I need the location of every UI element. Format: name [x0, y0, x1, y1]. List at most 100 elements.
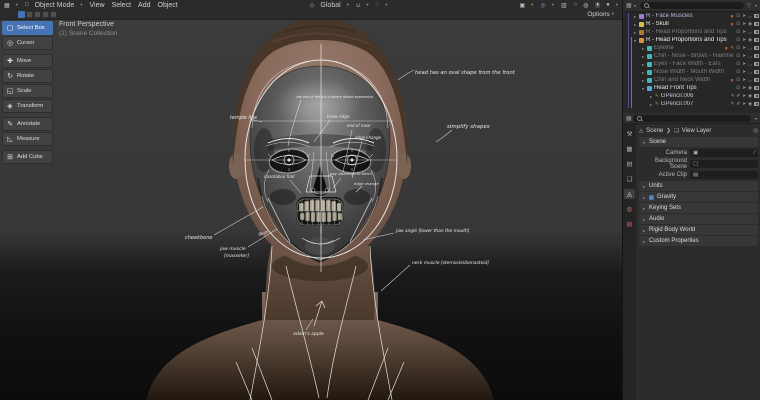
eyedropper-icon[interactable]: ∕: [754, 150, 755, 156]
render-camera-icon[interactable]: [754, 46, 759, 50]
expand-icon[interactable]: ▸: [641, 54, 645, 59]
panel-units[interactable]: ▸ Units: [639, 181, 758, 191]
selectability-icon[interactable]: ➤: [742, 101, 746, 107]
camera-select[interactable]: ▣ ∕: [690, 148, 758, 157]
expand-icon[interactable]: ▸: [633, 22, 637, 27]
panel-gravity[interactable]: ▸ ✓ Gravity: [639, 192, 758, 202]
hide-eye-icon[interactable]: ◡: [748, 77, 752, 83]
outliner-row-chin-nose-brows[interactable]: ▸ Chin - Nose - Brows - Hairline ☑ ➤ ◡: [623, 52, 760, 60]
render-camera-icon[interactable]: [754, 14, 759, 18]
outliner-row-gpencil-006[interactable]: ▸ ✎ GPencil.006 ✎ ✐ ➤ ◉: [623, 92, 760, 100]
menu-add[interactable]: Add: [138, 2, 150, 9]
collapse-icon[interactable]: ▾: [641, 86, 645, 91]
editor-type-button[interactable]: ▦ ▾: [4, 2, 18, 9]
expand-icon[interactable]: ▸: [641, 78, 645, 83]
tool-cursor[interactable]: ◎ Cursor: [2, 36, 53, 50]
selectability-icon[interactable]: ➤: [742, 77, 746, 83]
hide-eye-icon[interactable]: ◡: [748, 29, 752, 35]
select-variant[interactable]: [34, 10, 41, 18]
selectable-checkbox[interactable]: ☑: [736, 85, 740, 91]
selectable-checkbox[interactable]: ☑: [736, 69, 740, 75]
selectable-checkbox[interactable]: ☑: [736, 45, 740, 51]
viewport-3d[interactable]: head has an oval shape from the front si…: [0, 0, 622, 400]
expand-icon[interactable]: ▸: [641, 62, 645, 67]
panel-custom-properties[interactable]: ▸ Custom Properties: [639, 236, 758, 246]
hide-eye-icon[interactable]: ◡: [748, 45, 752, 51]
menu-view[interactable]: View: [90, 2, 105, 9]
hide-eye-icon[interactable]: ◉: [748, 37, 752, 43]
active-clip-select[interactable]: ▤: [690, 170, 758, 179]
tool-add-cube[interactable]: ⊞ Add Cube: [2, 150, 53, 164]
display-mode-icon[interactable]: ▦: [626, 2, 632, 9]
outliner-search-input[interactable]: [640, 2, 744, 9]
selectable-checkbox[interactable]: ☑: [736, 37, 740, 43]
tab-world[interactable]: ◍: [624, 204, 635, 214]
select-variant[interactable]: [42, 10, 49, 18]
outliner-row-eyeline[interactable]: ▸ Eyeline ▼ ✎ ☑ ➤ ◡: [623, 44, 760, 52]
tab-render[interactable]: ▦: [624, 144, 635, 154]
menu-select[interactable]: Select: [112, 2, 131, 9]
selectability-icon[interactable]: ➤: [742, 21, 746, 27]
menu-object[interactable]: Object: [158, 2, 178, 9]
tool-select-box[interactable]: ▢ Select Box: [2, 21, 53, 35]
tab-texture[interactable]: ▩: [624, 219, 635, 229]
selectable-checkbox[interactable]: ☑: [736, 13, 740, 19]
outliner-row-head-front-tips[interactable]: ▾ Head Front Tips ☑ ➤ ◉: [623, 84, 760, 92]
mode-dropdown[interactable]: □ Object Mode ▾: [25, 2, 83, 9]
tool-measure[interactable]: ◺ Measure: [2, 132, 53, 146]
selectable-checkbox[interactable]: ☑: [736, 61, 740, 67]
selectability-icon[interactable]: ➤: [742, 37, 746, 43]
hide-eye-icon[interactable]: ◉: [748, 21, 752, 27]
outliner-row-chin-neck-width[interactable]: ▸ Chin and Neck Width ▼ ☑ ➤ ◡: [623, 76, 760, 84]
expand-icon[interactable]: ▸: [649, 102, 653, 107]
tab-output[interactable]: ▤: [624, 159, 635, 169]
outliner-row-head-proportions[interactable]: ▾ R - Head Proportions and Tips ☑ ➤ ◉: [623, 36, 760, 44]
panel-keying-sets[interactable]: ▸ Keying Sets: [639, 203, 758, 213]
hide-eye-icon[interactable]: ◉: [748, 101, 752, 107]
tool-annotate[interactable]: ✎ Annotate: [2, 117, 53, 131]
tool-rotate[interactable]: ↻ Rotate: [2, 69, 53, 83]
panel-rigid-body-world[interactable]: ▸ Rigid Body World: [639, 225, 758, 235]
select-tool-variants[interactable]: [18, 10, 57, 18]
render-camera-icon[interactable]: [754, 30, 759, 34]
orientation-dropdown[interactable]: ◇ Global ▾: [310, 2, 349, 9]
xray-toggle[interactable]: ▥: [561, 2, 567, 9]
selectable-checkbox[interactable]: ☑: [736, 21, 740, 27]
selectability-icon[interactable]: ➤: [742, 93, 746, 99]
outliner-row-nose-mouth-width[interactable]: ▸ Nose Width - Mouth Width ☑ ➤ ◡: [623, 68, 760, 76]
expand-icon[interactable]: ▸: [641, 70, 645, 75]
overlays-toggle[interactable]: ◎ ▾: [540, 2, 554, 9]
shading-mode-switch[interactable]: ○ ◍ ◑ ● ▾: [574, 2, 618, 9]
expand-icon[interactable]: ▸: [641, 46, 645, 51]
tool-transform[interactable]: ◈ Transform: [2, 99, 53, 113]
selectable-checkbox[interactable]: ☑: [736, 53, 740, 59]
hide-eye-icon[interactable]: ◡: [748, 69, 752, 75]
properties-search-input[interactable]: [633, 114, 751, 122]
tab-scene[interactable]: ◬: [624, 189, 635, 199]
expand-icon[interactable]: ▸: [633, 30, 637, 35]
render-camera-icon[interactable]: [754, 86, 759, 90]
breadcrumb-view-layer[interactable]: View Layer: [682, 128, 712, 134]
gravity-checkbox[interactable]: ✓: [649, 194, 654, 200]
selectability-icon[interactable]: ➤: [742, 61, 746, 67]
select-variant-active[interactable]: [18, 10, 25, 18]
render-camera-icon[interactable]: [754, 38, 759, 42]
selectability-icon[interactable]: ➤: [742, 29, 746, 35]
outliner-row-skull[interactable]: ▸ R - Skull ▼ ☑ ➤ ◉: [623, 20, 760, 28]
collapse-icon[interactable]: ▾: [633, 38, 637, 43]
render-camera-icon[interactable]: [754, 54, 759, 58]
outliner-row-eyes-face-width[interactable]: ▸ Eyes - Face Width - Ears ☑ ➤ ◡: [623, 60, 760, 68]
panel-scene-header[interactable]: ▾ Scene: [639, 137, 758, 147]
render-camera-icon[interactable]: [754, 22, 759, 26]
hide-eye-icon[interactable]: ◡: [748, 61, 752, 67]
select-variant[interactable]: [26, 10, 33, 18]
options-dropdown[interactable]: Options ▾: [587, 11, 614, 18]
render-camera-icon[interactable]: [754, 94, 759, 98]
filter-icon[interactable]: ▽: [747, 3, 751, 9]
selectable-checkbox[interactable]: ☑: [736, 29, 740, 35]
expand-icon[interactable]: ▸: [633, 14, 637, 19]
selectability-icon[interactable]: ➤: [742, 53, 746, 59]
editor-type-icon[interactable]: ▦: [626, 115, 632, 122]
outliner-row-face-muscles[interactable]: ▸ R - Face Muscles ▼ ☑ ➤ ◡: [623, 12, 760, 20]
outliner-row-gpencil-007[interactable]: ▸ ✎ GPencil.007 ✎ ✐ ➤ ◉: [623, 100, 760, 108]
